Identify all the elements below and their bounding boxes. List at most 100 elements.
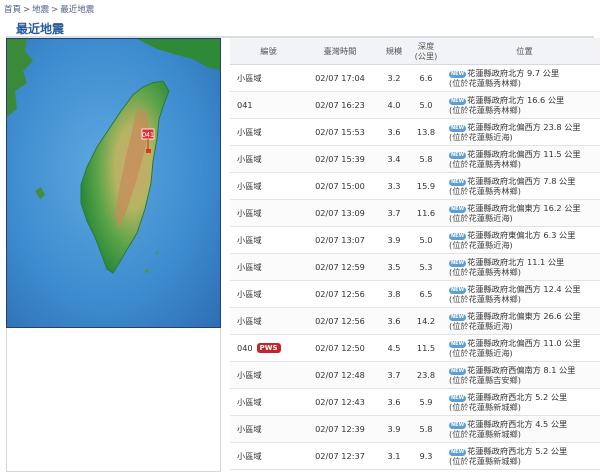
new-badge-icon: NEW (449, 178, 467, 186)
row-depth: 6.5 (408, 280, 444, 308)
table-row[interactable]: 040 PWS 02/07 12:50 4.5 11.5 NEW 花蓮縣政府北偏西方 11.… (230, 334, 600, 362)
row-id[interactable]: 小區域 (230, 253, 300, 281)
row-id-text: 小區域 (237, 423, 262, 434)
row-id[interactable]: 小區域 (230, 64, 300, 92)
row-position: NEW 花蓮縣政府北偏東方 26.6 公里 (位於花蓮縣近海) (444, 307, 600, 335)
table-row[interactable]: 小區域 02/07 12:39 3.9 5.8 NEW 花蓮縣政府西北方 4.5 公里 (位… (230, 415, 600, 443)
breadcrumb-current[interactable]: 最近地震 (60, 5, 94, 15)
row-time: 02/07 16:23 (300, 91, 380, 119)
row-id[interactable]: 小區域 (230, 118, 300, 146)
table-row[interactable]: 小區域 02/07 12:56 3.6 14.2 NEW 花蓮縣政府北偏東方 26.6 公… (230, 307, 600, 335)
header-depth-line1: 深度 (417, 40, 435, 51)
row-sublocation: (位於花蓮縣新城鄉) (449, 401, 521, 412)
row-id-text: 小區域 (237, 126, 262, 137)
row-depth: 6.6 (408, 64, 444, 92)
row-time: 02/07 15:39 (300, 145, 380, 173)
table-row[interactable]: 小區域 02/07 15:00 3.3 15.9 NEW 花蓮縣政府北偏西方 7.8 公里… (230, 172, 600, 200)
map-panel-extension (6, 328, 221, 472)
new-badge-icon: NEW (449, 70, 467, 78)
pws-badge[interactable]: PWS (256, 342, 281, 353)
row-time: 02/07 13:07 (300, 226, 380, 254)
breadcrumb-earthquake[interactable]: 地震 (32, 5, 49, 15)
row-magnitude: 3.4 (380, 145, 408, 173)
row-id-text: 小區域 (237, 234, 262, 245)
row-id[interactable]: 小區域 (230, 172, 300, 200)
row-magnitude: 4.0 (380, 91, 408, 119)
earthquake-map[interactable]: 041 (6, 38, 221, 328)
row-id[interactable]: 小區域 (230, 226, 300, 254)
row-depth: 5.0 (408, 91, 444, 119)
row-magnitude: 3.7 (380, 199, 408, 227)
table-header-row: 編號 臺灣時間 規模 深度 (公里) 位置 (230, 38, 600, 65)
table-row[interactable]: 小區域 02/07 12:43 3.6 5.9 NEW 花蓮縣政府西北方 5.2 公里 (位… (230, 388, 600, 416)
header-depth[interactable]: 深度 (公里) (408, 38, 444, 65)
row-position: NEW 花蓮縣政府北方 9.7 公里 (位於花蓮縣秀林鄉) (444, 64, 600, 92)
taiwan-map-svg: 041 (7, 39, 220, 327)
page-title: 最近地震 (16, 22, 65, 36)
header-position[interactable]: 位置 (444, 38, 600, 65)
breadcrumb-home[interactable]: 首頁 (4, 5, 21, 15)
row-id[interactable]: 小區域 (230, 145, 300, 173)
row-id[interactable]: 小區域 (230, 442, 300, 470)
row-position: NEW 花蓮縣政府北方 11.1 公里 (位於花蓮縣秀林鄉) (444, 253, 600, 281)
new-badge-icon: NEW (449, 394, 467, 402)
row-sublocation: (位於花蓮縣秀林鄉) (449, 293, 521, 304)
row-time: 02/07 12:37 (300, 442, 380, 470)
row-time: 02/07 12:48 (300, 361, 380, 389)
row-time: 02/07 12:39 (300, 415, 380, 443)
new-badge-icon: NEW (449, 232, 467, 240)
row-id[interactable]: 小區域 (230, 307, 300, 335)
table-row[interactable]: 小區域 02/07 12:59 3.5 5.3 NEW 花蓮縣政府北方 11.1 公里 (位… (230, 253, 600, 281)
table-row[interactable]: 小區域 02/07 12:48 3.7 23.8 NEW 花蓮縣政府西偏南方 8.1 公里… (230, 361, 600, 389)
row-id[interactable]: 小區域 (230, 361, 300, 389)
row-time: 02/07 15:53 (300, 118, 380, 146)
header-magnitude[interactable]: 規模 (380, 38, 408, 65)
row-magnitude: 3.9 (380, 226, 408, 254)
row-position: NEW 花蓮縣政府北偏西方 7.8 公里 (位於花蓮縣秀林鄉) (444, 172, 600, 200)
row-id-text: 小區域 (237, 369, 262, 380)
row-position: NEW 花蓮縣政府北偏東方 16.2 公里 (位於花蓮縣近海) (444, 199, 600, 227)
row-sublocation: (位於花蓮縣秀林鄉) (449, 158, 521, 169)
table-row[interactable]: 041 02/07 16:23 4.0 5.0 NEW 花蓮縣政府北方 16.6 公里 (位… (230, 91, 600, 119)
header-id[interactable]: 編號 (230, 38, 300, 65)
row-time: 02/07 15:00 (300, 172, 380, 200)
row-location: 花蓮縣政府西北方 5.2 公里 (467, 391, 568, 402)
header-time[interactable]: 臺灣時間 (300, 38, 380, 65)
row-position: NEW 花蓮縣政府西偏南方 8.1 公里 (位於花蓮縣吉安鄉) (444, 361, 600, 389)
epicenter-label: 041 (142, 132, 154, 139)
table-row[interactable]: 小區域 02/07 17:04 3.2 6.6 NEW 花蓮縣政府北方 9.7 公里 (位於… (230, 64, 600, 92)
row-location: 花蓮縣政府北偏東方 16.2 公里 (467, 202, 581, 213)
row-id[interactable]: 040 PWS (230, 334, 300, 362)
row-sublocation: (位於花蓮縣秀林鄉) (449, 104, 521, 115)
row-position: NEW 花蓮縣政府北方 16.6 公里 (位於花蓮縣秀林鄉) (444, 91, 600, 119)
row-depth: 5.8 (408, 145, 444, 173)
row-time: 02/07 12:56 (300, 280, 380, 308)
row-id-text: 041 (237, 99, 253, 110)
row-position: NEW 花蓮縣政府北偏西方 12.4 公里 (位於花蓮縣秀林鄉) (444, 280, 600, 308)
row-magnitude: 3.8 (380, 280, 408, 308)
row-depth: 5.9 (408, 388, 444, 416)
new-badge-icon: NEW (449, 205, 467, 213)
row-magnitude: 3.3 (380, 172, 408, 200)
table-row[interactable]: 小區域 02/07 12:56 3.8 6.5 NEW 花蓮縣政府北偏西方 12.4 公里… (230, 280, 600, 308)
row-magnitude: 4.5 (380, 334, 408, 362)
row-location: 花蓮縣政府北方 9.7 公里 (467, 67, 560, 78)
table-row[interactable]: 小區域 02/07 13:07 3.9 5.0 NEW 花蓮縣政府東偏北方 6.3 公里(… (230, 226, 600, 254)
epicenter-dot (146, 149, 151, 153)
row-id[interactable]: 小區域 (230, 388, 300, 416)
new-badge-icon: NEW (449, 367, 467, 375)
table-row[interactable]: 小區域 02/07 15:53 3.6 13.8 NEW 花蓮縣政府北偏西方 23.8 公… (230, 118, 600, 146)
table-row[interactable]: 小區域 02/07 15:39 3.4 5.8 NEW 花蓮縣政府北偏西方 11.5 公里… (230, 145, 600, 173)
row-id[interactable]: 小區域 (230, 415, 300, 443)
breadcrumb-separator: > (51, 5, 59, 15)
row-id[interactable]: 小區域 (230, 280, 300, 308)
row-magnitude: 3.2 (380, 64, 408, 92)
row-location: 花蓮縣政府西北方 4.5 公里 (467, 418, 568, 429)
row-id[interactable]: 041 (230, 91, 300, 119)
row-id[interactable]: 小區域 (230, 199, 300, 227)
new-badge-icon: NEW (449, 151, 467, 159)
table-row[interactable]: 小區域 02/07 12:37 3.1 9.3 NEW 花蓮縣政府西北方 5.2 公里 (位… (230, 442, 600, 470)
table-row[interactable]: 小區域 02/07 13:09 3.7 11.6 NEW 花蓮縣政府北偏東方 16.2 公… (230, 199, 600, 227)
breadcrumb-separator: > (23, 5, 31, 15)
row-depth: 9.3 (408, 442, 444, 470)
